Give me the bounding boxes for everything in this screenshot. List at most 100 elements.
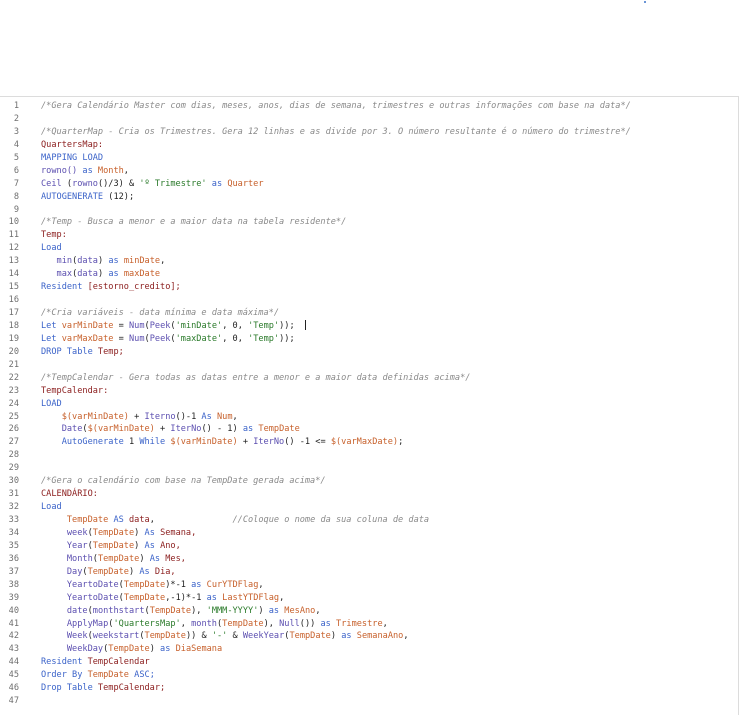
code-line[interactable]: 3 /*QuarterMap - Cria os Trimestres. Gera… [0,126,738,139]
code-token: Ceil [41,178,62,189]
code-token: , [403,631,409,642]
code-line[interactable]: 11 Temp: [0,229,738,242]
code-token: monthstart [92,605,145,616]
code-line[interactable]: 6 rowno() as Month, [0,165,738,178]
code-token: WeekYear [242,631,285,642]
code-token: rowno [72,178,98,189]
code-token: , [258,579,264,590]
code-token: minDate [123,256,161,267]
code-token: /*TempCalendar - Gera todas as datas ent… [41,372,471,383]
code-token: TempDate [97,553,140,564]
code-line[interactable]: 45 Order By TempDate ASC; [0,669,738,682]
code-text: max(data) as maxDate [41,268,161,281]
code-line[interactable]: 32 Load [0,501,738,514]
code-token: AutoGenerate [61,437,124,448]
code-token: ,-1)*-1 [165,592,207,603]
code-line[interactable]: 38 YeartoDate(TempDate)*-1 as CurYTDFlag… [0,579,738,592]
code-line[interactable]: 44 Resident TempCalendar [0,656,738,669]
code-line[interactable]: 34 week(TempDate) As Semana, [0,527,738,540]
code-line[interactable]: 7 Ceil (rowno()/3) & 'º Trimestre' as Qua… [0,178,738,191]
code-line[interactable]: 18 Let varMinDate = Num(Peek('minDate', 0… [0,320,738,333]
code-token: as [320,618,331,629]
line-number: 11 [8,230,19,241]
line-number: 3 [13,126,19,137]
line-number: 44 [8,657,19,668]
code-text: Load [41,501,62,514]
code-line[interactable]: 8 AUTOGENERATE (12); [0,191,738,204]
code-text: YeartoDate(TempDate)*-1 as CurYTDFlag, [41,579,264,592]
code-line[interactable]: 24 LOAD [0,398,738,411]
code-line[interactable]: 33 TempDate AS data, //Coloque o nome da… [0,514,738,527]
line-number: 33 [8,515,19,525]
code-token: $(varMinDate) [61,411,129,422]
code-line[interactable]: 41 ApplyMap('QuartersMap', month(TempDat… [0,618,738,631]
code-text: /*TempCalendar - Gera todas as datas ent… [41,372,470,385]
code-line[interactable]: 31 CALENDÁRIO: [0,488,738,501]
code-line[interactable]: 43 WeekDay(TempDate) as DiaSemana [0,643,738,656]
code-line[interactable]: 19 Let varMaxDate = Num(Peek('maxDate', 0… [0,333,738,346]
code-line[interactable]: 27 AutoGenerate 1 While $(varMinDate) + … [0,436,738,449]
code-line[interactable]: 30 /*Gera o calendário com base na TempDa… [0,475,738,488]
code-token: AS [108,515,129,525]
code-token: )*-1 [165,579,192,590]
code-text: YeartoDate(TempDate,-1)*-1 as LastYTDFla… [41,592,284,605]
code-line[interactable]: 23 TempCalendar: [0,385,738,398]
code-token: Resident [41,657,83,668]
code-text: date(monthstart(TempDate), 'MMM-YYYY') a… [41,605,321,618]
code-line[interactable]: 22 /*TempCalendar - Gera todas as datas e… [0,372,738,385]
code-line[interactable]: 35 Year(TempDate) As Ano, [0,540,738,553]
line-number: 19 [8,333,19,344]
code-token: as [103,256,124,267]
line-number: 8 [13,191,19,202]
code-line[interactable]: 42 Week(weekstart(TempDate)) & '-' & Wee… [0,630,738,643]
code-token: While [139,437,166,448]
code-line[interactable]: 25 $(varMinDate) + Iterno()-1 As Num, [0,411,738,424]
code-line[interactable]: 46 Drop Table TempCalendar; [0,682,738,695]
line-number: 25 [8,411,19,422]
code-line[interactable]: 20 DROP Table Temp; [0,346,738,359]
code-token: Iterno [144,411,176,422]
code-token: TempDate [289,631,331,642]
code-token: 'º Trimestre' [139,178,207,189]
code-line[interactable]: 5 MAPPING LOAD [0,152,738,165]
code-token: week [66,527,88,538]
code-line[interactable]: 14 max(data) as maxDate [0,268,738,281]
code-line[interactable]: 2 [0,113,738,126]
loading-dot [644,1,646,3]
code-line[interactable]: 40 date(monthstart(TempDate), 'MMM-YYYY'… [0,605,738,618]
code-line[interactable]: 9 [0,204,738,217]
code-line[interactable]: 10 /*Temp - Busca a menor e a maior data … [0,216,738,229]
code-line[interactable]: 47 [0,695,738,708]
code-text: AutoGenerate 1 While $(varMinDate) + Ite… [41,436,404,449]
code-text: QuartersMap: [41,139,103,152]
code-line[interactable]: 17 /*Cria variáveis - data mínima e data … [0,307,738,320]
code-token: YeartoDate [66,579,119,590]
code-token: ) [134,527,145,538]
line-number: 5 [13,152,19,163]
code-line[interactable]: 21 [0,359,738,372]
code-line[interactable]: 15 Resident [estorno_credito]; [0,281,738,294]
code-line[interactable]: 39 YeartoDate(TempDate,-1)*-1 as LastYTD… [0,592,738,605]
code-token: , [180,618,192,629]
code-line[interactable]: 13 min(data) as minDate, [0,255,738,268]
code-line[interactable]: 16 [0,294,738,307]
code-token: as [341,631,352,642]
code-token: as [103,269,124,280]
code-line[interactable]: 36 Month(TempDate) As Mes, [0,553,738,566]
code-line[interactable]: 4 QuartersMap: [0,139,738,152]
script-editor[interactable]: 1 /*Gera Calendário Master com dias, mese… [0,96,739,715]
code-line[interactable]: 12 Load [0,242,738,255]
line-number: 34 [8,527,19,538]
line-number: 38 [8,579,19,590]
code-token: maxDate [123,269,161,280]
code-line[interactable]: 28 [0,449,738,462]
code-line[interactable]: 37 Day(TempDate) As Dia, [0,566,738,579]
code-line[interactable]: 29 [0,462,738,475]
code-line[interactable]: 26 Date($(varMinDate) + IterNo() - 1) as… [0,423,738,436]
code-line[interactable]: 1 /*Gera Calendário Master com dias, mese… [0,100,738,113]
